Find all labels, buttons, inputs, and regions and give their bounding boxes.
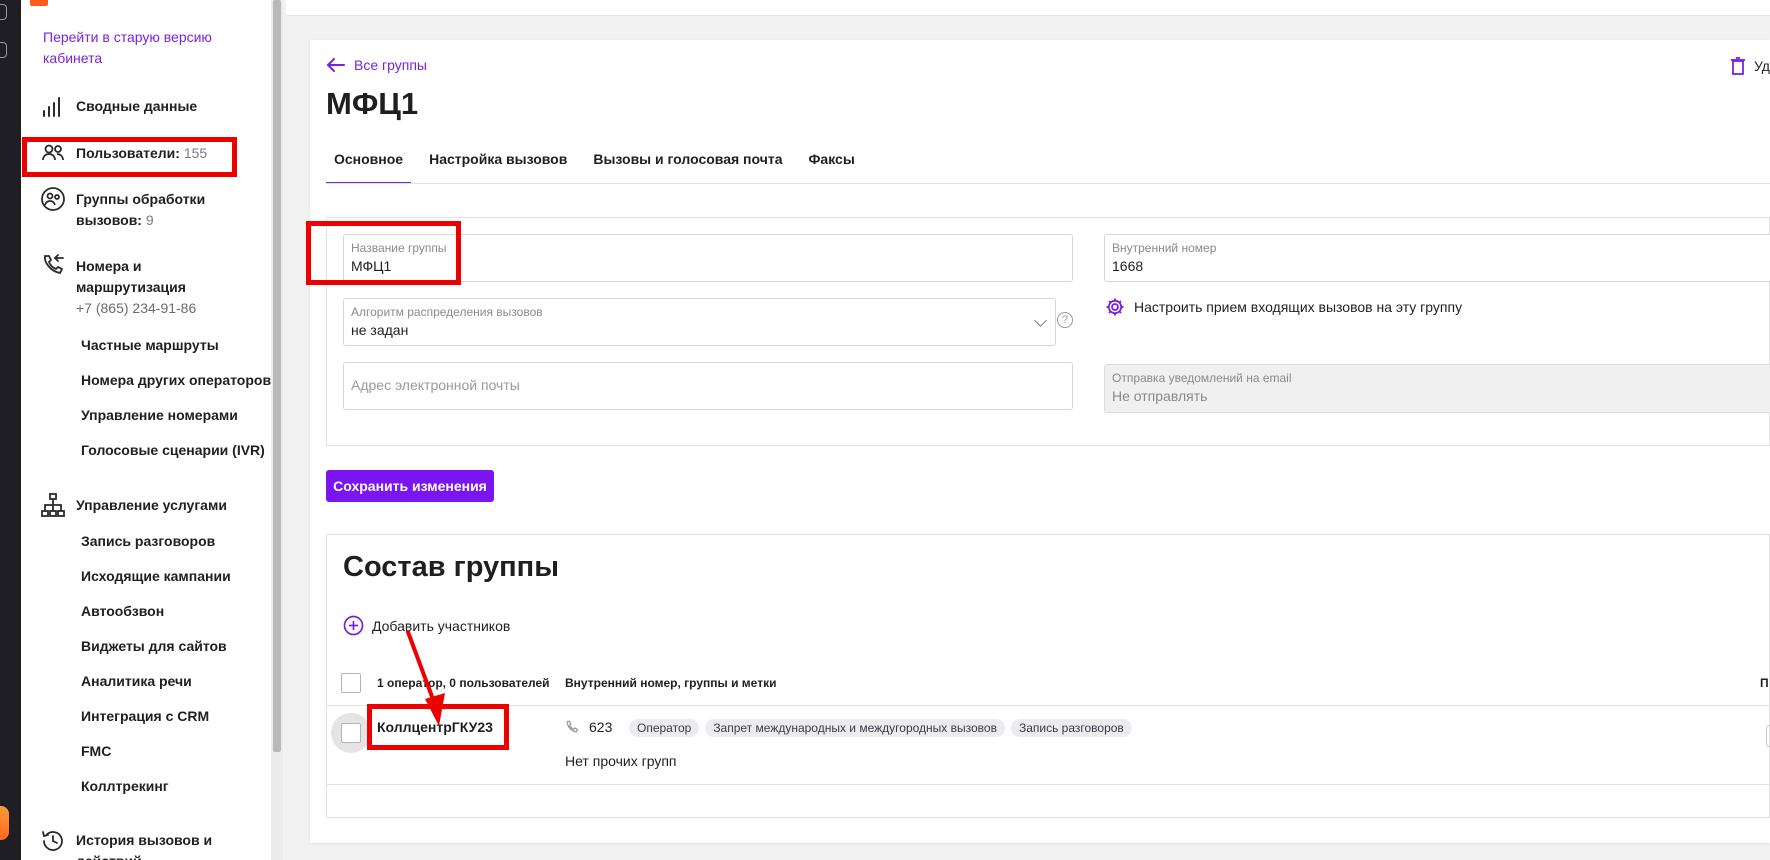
row-action-control[interactable] <box>1766 725 1770 747</box>
sidebar-item-call-groups-label-2: вызовов: <box>76 212 142 228</box>
sidebar-subitem-private-routes[interactable]: Частные маршруты <box>81 337 219 353</box>
sidebar-item-history[interactable]: История вызовов и действий <box>76 830 212 860</box>
configure-link-label: Настроить прием входящих вызовов на эту … <box>1134 299 1463 315</box>
add-members-label: Добавить участников <box>372 617 511 634</box>
history-icon <box>42 831 63 851</box>
highlight-box <box>367 704 509 750</box>
row-divider <box>326 705 1770 706</box>
dock-icon[interactable] <box>0 4 7 20</box>
email-notify-label: Отправка уведомлений на email <box>1112 371 1292 385</box>
algorithm-value: не задан <box>351 322 409 338</box>
page-title: МФЦ1 <box>326 86 419 121</box>
back-link-label: Все группы <box>354 57 427 73</box>
tab-main[interactable]: Основное <box>326 140 412 184</box>
tabs-divider <box>326 183 1770 184</box>
arrow-left-icon <box>327 58 345 72</box>
tab-calls-voicemail[interactable]: Вызовы и голосовая почта <box>585 140 790 184</box>
add-members-button[interactable]: Добавить участников <box>343 615 510 636</box>
tag-operator: Оператор <box>629 719 700 737</box>
groups-count: 9 <box>145 212 154 228</box>
sidebar-subitem-crm[interactable]: Интеграция с CRM <box>81 708 209 724</box>
algorithm-label: Алгоритм распределения вызовов <box>351 305 543 319</box>
tab-bar: Основное Настройка вызовов Вызовы и голо… <box>326 140 873 184</box>
internal-number-field[interactable]: Внутренний номер 1668 <box>1104 234 1770 282</box>
services-tree-icon <box>41 493 65 517</box>
os-dock <box>0 0 21 860</box>
sidebar-item-numbers-label: Номера и <box>76 258 142 274</box>
column-header-users: 1 оператор, 0 пользователей <box>377 676 550 690</box>
sidebar-subitem-outgoing-campaigns[interactable]: Исходящие кампании <box>81 568 231 584</box>
tab-call-settings[interactable]: Настройка вызовов <box>421 140 575 184</box>
member-extension-number: 623 <box>589 719 613 735</box>
sidebar-subitem-autodial[interactable]: Автообзвон <box>81 603 164 619</box>
sidebar-item-numbers[interactable]: Номера и маршрутизация <box>76 256 186 298</box>
sidebar-item-history-label: История вызовов и <box>76 832 213 848</box>
logo[interactable] <box>30 0 48 6</box>
email-notify-value: Не отправлять <box>1112 388 1208 404</box>
email-notify-select: Отправка уведомлений на email Не отправл… <box>1104 364 1770 413</box>
tag-call-restriction: Запрет международных и междугородных выз… <box>705 719 1005 737</box>
sidebar-subitem-ivr[interactable]: Голосовые сценарии (IVR) <box>81 442 265 458</box>
sidebar-scrollbar-thumb[interactable] <box>273 0 281 752</box>
email-input[interactable]: Адрес электронной почты <box>343 362 1073 410</box>
sidebar-subitem-speech-analytics[interactable]: Аналитика речи <box>81 673 192 689</box>
column-header-extension: Внутренний номер, группы и метки <box>565 676 777 690</box>
sidebar-subitem-widgets[interactable]: Виджеты для сайтов <box>81 638 227 654</box>
sidebar-subitem-calltracking[interactable]: Коллтрекинг <box>81 778 169 794</box>
sidebar-item-call-groups-label: Группы обработки <box>76 191 206 207</box>
member-extension: 623 <box>565 719 612 735</box>
sidebar-phone-number: +7 (865) 234-91-86 <box>76 300 197 316</box>
help-icon[interactable]: ? <box>1057 312 1073 328</box>
phone-routing-icon <box>44 254 64 275</box>
sidebar-subitem-fmc[interactable]: FMC <box>81 743 111 759</box>
top-bar <box>286 0 1770 16</box>
delete-label: Уд <box>1754 58 1770 74</box>
save-changes-button[interactable]: Сохранить изменения <box>326 470 494 502</box>
configure-incoming-calls-link[interactable]: Настроить прием входящих вызовов на эту … <box>1105 297 1462 317</box>
tag-call-recording: Запись разговоров <box>1010 719 1132 737</box>
plus-circle-icon <box>343 615 364 636</box>
sidebar-item-numbers-label-2: маршрутизация <box>76 279 186 295</box>
sidebar-item-summary[interactable]: Сводные данные <box>76 96 197 117</box>
trash-icon <box>1731 57 1745 75</box>
delete-group-button[interactable]: Уд <box>1730 57 1770 75</box>
highlight-box <box>306 221 461 285</box>
gear-icon <box>1106 298 1124 316</box>
sidebar-subitem-other-operators[interactable]: Номера других операторов <box>81 372 271 388</box>
call-groups-icon <box>41 187 65 211</box>
highlight-box <box>22 137 237 177</box>
sidebar-item-services[interactable]: Управление услугами <box>76 495 227 516</box>
members-title: Состав группы <box>343 551 559 583</box>
dock-icon[interactable] <box>0 42 7 58</box>
internal-number-label: Внутренний номер <box>1112 241 1217 255</box>
algorithm-select[interactable]: Алгоритм распределения вызовов не задан <box>343 298 1056 346</box>
column-header-right: П <box>1760 676 1769 690</box>
sidebar-item-history-label-2: действий <box>76 851 212 860</box>
back-to-groups-link[interactable]: Все группы <box>326 57 427 73</box>
sidebar <box>21 0 271 860</box>
sidebar-subitem-call-recording[interactable]: Запись разговоров <box>81 533 215 549</box>
old-version-link[interactable]: Перейти в старую версию кабинета <box>43 27 243 69</box>
member-other-groups: Нет прочих групп <box>565 753 677 769</box>
sidebar-subitem-number-management[interactable]: Управление номерами <box>81 407 238 423</box>
row-divider <box>326 784 1770 785</box>
bar-chart-icon <box>43 97 60 117</box>
internal-number-value: 1668 <box>1112 258 1144 274</box>
sidebar-item-call-groups[interactable]: Группы обработки вызовов: 9 <box>76 189 205 231</box>
chevron-down-icon <box>1034 314 1047 327</box>
member-tags: Оператор Запрет международных и междугор… <box>629 719 1132 737</box>
row-checkbox[interactable] <box>341 723 361 743</box>
email-placeholder: Адрес электронной почты <box>351 377 520 393</box>
tab-faxes[interactable]: Факсы <box>800 140 862 184</box>
select-all-checkbox[interactable] <box>341 673 361 693</box>
phone-icon <box>566 720 579 733</box>
dock-app-icon[interactable] <box>0 806 9 840</box>
